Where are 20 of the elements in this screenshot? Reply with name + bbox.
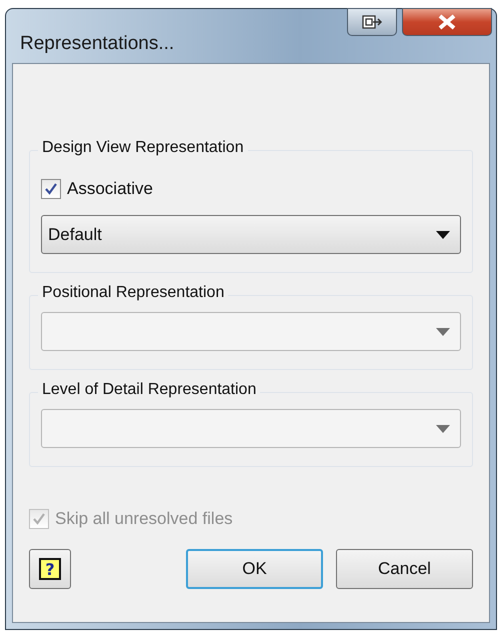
close-button[interactable] [402,8,492,36]
dialog-button[interactable]: Cancel [336,549,473,589]
window-exit-icon [361,14,383,30]
group-title: Positional Representation [38,284,228,302]
checkbox[interactable] [41,179,61,199]
dropdown[interactable]: Default [41,215,461,254]
checkmark-icon [44,182,58,196]
window-title: Representations... [20,33,174,55]
restore-button[interactable] [347,8,397,36]
caret-icon [436,328,450,336]
dialog-button[interactable]: OK [186,549,323,589]
caret-icon [436,230,450,238]
help-button[interactable]: ? [29,549,71,589]
checkmark-icon [32,512,46,526]
close-icon [436,13,458,31]
caret-icon [436,424,450,432]
checkbox-label: Skip all unresolved files [55,509,233,529]
group-title: Level of Detail Representation [38,381,260,399]
checkbox-label: Associative [67,179,153,199]
group-title: Design View Representation [38,139,248,157]
